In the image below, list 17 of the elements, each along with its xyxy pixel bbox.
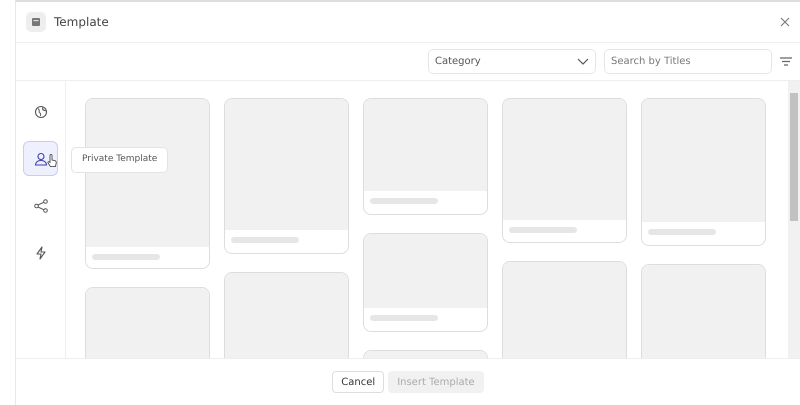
search-field[interactable]: Search by Titles — [604, 49, 772, 74]
template-logo-icon — [26, 12, 46, 32]
dialog-button[interactable]: Cancel — [332, 371, 384, 393]
category-value: Category — [435, 55, 481, 69]
filter-icon[interactable] — [780, 57, 792, 66]
sidebar-tab[interactable] — [23, 141, 58, 176]
person-icon — [34, 152, 48, 166]
hand-cursor-icon — [47, 154, 57, 168]
scrollbar[interactable] — [788, 81, 800, 358]
share-icon — [34, 198, 48, 212]
tooltip: Private Template — [71, 147, 168, 172]
category-dropdown[interactable]: Category — [428, 49, 596, 74]
globe-icon — [34, 104, 48, 118]
lightning-icon — [34, 246, 48, 260]
dialog-title: Template — [54, 14, 109, 31]
chevron-down-icon — [577, 58, 589, 65]
close-icon[interactable] — [780, 17, 790, 27]
